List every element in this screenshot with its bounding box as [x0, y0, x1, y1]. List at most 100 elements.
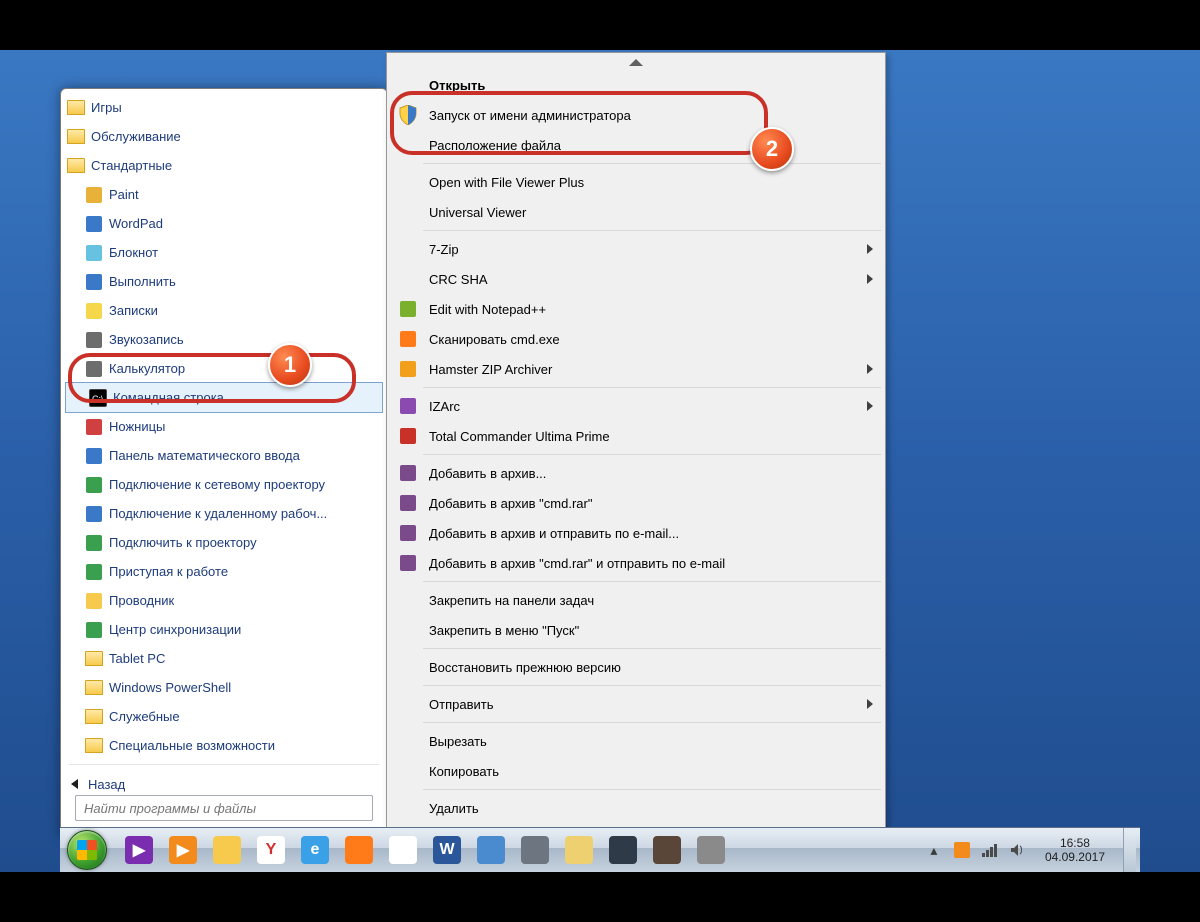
taskbar-yandex[interactable]: Y	[250, 832, 292, 868]
folder-icon	[213, 836, 241, 864]
separator	[423, 454, 881, 455]
program-proj[interactable]: Подключить к проектору	[61, 528, 387, 557]
program-explorer[interactable]: Проводник	[61, 586, 387, 615]
search-input[interactable]	[75, 795, 373, 821]
menu-label: Отправить	[423, 697, 859, 712]
program-snip[interactable]: Ножницы	[61, 412, 387, 441]
menu-item[interactable]: Закрепить на панели задач	[389, 585, 883, 615]
blank-icon	[393, 70, 423, 100]
program-label: Приступая к работе	[109, 564, 228, 579]
menu-item[interactable]: Добавить в архив и отправить по e-mail..…	[389, 518, 883, 548]
program-wordpad[interactable]: WordPad	[61, 209, 387, 238]
program-paint[interactable]: Paint	[61, 180, 387, 209]
taskbar-media-player[interactable]: ▶	[118, 832, 160, 868]
menu-item[interactable]: Восстановить прежнюю версию	[389, 652, 883, 682]
program-getstarted[interactable]: Приступая к работе	[61, 557, 387, 586]
program-label: Подключить к проектору	[109, 535, 257, 550]
npp-icon	[393, 294, 423, 324]
step-badge-2: 2	[750, 127, 794, 171]
program-sync[interactable]: Центр синхронизации	[61, 615, 387, 644]
menu-item[interactable]: Добавить в архив "cmd.rar" и отправить п…	[389, 548, 883, 578]
menu-label: Копировать	[423, 764, 859, 779]
folder-Windows PowerShell[interactable]: Windows PowerShell	[61, 673, 387, 702]
izarc-icon	[393, 391, 423, 421]
menu-item[interactable]: Total Commander Ultima Prime	[389, 421, 883, 451]
taskbar-firefox[interactable]	[338, 832, 380, 868]
menu-label: Восстановить прежнюю версию	[423, 660, 859, 675]
program-sound[interactable]: Звукозапись	[61, 325, 387, 354]
menu-item[interactable]: Удалить	[389, 793, 883, 823]
menu-label: Total Commander Ultima Prime	[423, 429, 859, 444]
clock-date: 04.09.2017	[1045, 850, 1105, 864]
program-netproj[interactable]: Подключение к сетевому проектору	[61, 470, 387, 499]
search-box[interactable]	[75, 795, 373, 821]
taskbar-app3[interactable]	[558, 832, 600, 868]
scroll-up[interactable]	[629, 59, 643, 66]
program-rdp[interactable]: Подключение к удаленному рабоч...	[61, 499, 387, 528]
folder-label: Служебные	[109, 709, 180, 724]
clock[interactable]: 16:58 04.09.2017	[1037, 836, 1113, 864]
program-label: Ножницы	[109, 419, 165, 434]
menu-label: 7-Zip	[423, 242, 859, 257]
program-sticky[interactable]: Записки	[61, 296, 387, 325]
tcup-icon	[393, 421, 423, 451]
menu-item[interactable]: Вырезать	[389, 726, 883, 756]
menu-item[interactable]: Открыть	[389, 70, 883, 100]
menu-item[interactable]: Open with File Viewer Plus	[389, 167, 883, 197]
program-run[interactable]: Выполнить	[61, 267, 387, 296]
back-label: Назад	[88, 777, 125, 792]
folder-Игры[interactable]: Игры	[61, 93, 387, 122]
blank-icon	[393, 234, 423, 264]
menu-item[interactable]: Добавить в архив...	[389, 458, 883, 488]
program-math[interactable]: Панель математического ввода	[61, 441, 387, 470]
folder-Служебные[interactable]: Служебные	[61, 702, 387, 731]
taskbar-app2[interactable]	[514, 832, 556, 868]
blank-icon	[393, 167, 423, 197]
taskbar-wmp[interactable]: ▶	[162, 832, 204, 868]
taskbar-app5[interactable]	[646, 832, 688, 868]
menu-item[interactable]: Hamster ZIP Archiver	[389, 354, 883, 384]
folder-Обслуживание[interactable]: Обслуживание	[61, 122, 387, 151]
program-notepad[interactable]: Блокнот	[61, 238, 387, 267]
blank-icon	[393, 689, 423, 719]
folder-Специальные возможности[interactable]: Специальные возможности	[61, 731, 387, 760]
taskbar-ie[interactable]: e	[294, 832, 336, 868]
taskbar-app1[interactable]	[470, 832, 512, 868]
network-icon[interactable]	[981, 841, 999, 859]
menu-item[interactable]: Edit with Notepad++	[389, 294, 883, 324]
avast-icon	[393, 324, 423, 354]
tray-up-icon[interactable]: ▴	[925, 841, 943, 859]
folder-Tablet PC[interactable]: Tablet PC	[61, 644, 387, 673]
tray-app-icon[interactable]	[953, 841, 971, 859]
program-label: Панель математического ввода	[109, 448, 300, 463]
menu-item[interactable]: Сканировать cmd.exe	[389, 324, 883, 354]
app5-icon	[653, 836, 681, 864]
taskbar-chrome[interactable]	[382, 832, 424, 868]
program-cmd[interactable]: C:\Командная строка	[65, 382, 383, 413]
firefox-icon	[345, 836, 373, 864]
menu-label: Добавить в архив и отправить по e-mail..…	[423, 526, 859, 541]
taskbar-word[interactable]: W	[426, 832, 468, 868]
menu-item[interactable]: 7-Zip	[389, 234, 883, 264]
taskbar-app6[interactable]	[690, 832, 732, 868]
menu-item[interactable]: Копировать	[389, 756, 883, 786]
menu-item[interactable]: CRC SHA	[389, 264, 883, 294]
menu-label: Закрепить на панели задач	[423, 593, 859, 608]
show-desktop[interactable]	[1123, 828, 1136, 872]
taskbar-folder[interactable]	[206, 832, 248, 868]
menu-item[interactable]: Отправить	[389, 689, 883, 719]
menu-label: Вырезать	[423, 734, 859, 749]
menu-item[interactable]: Universal Viewer	[389, 197, 883, 227]
program-calc[interactable]: Калькулятор	[61, 354, 387, 383]
start-button[interactable]	[60, 828, 114, 872]
volume-icon[interactable]	[1009, 841, 1027, 859]
taskbar-app4[interactable]	[602, 832, 644, 868]
menu-item[interactable]: Запуск от имени администратора	[389, 100, 883, 130]
menu-item[interactable]: Расположение файла	[389, 130, 883, 160]
menu-item[interactable]: Добавить в архив "cmd.rar"	[389, 488, 883, 518]
menu-label: Добавить в архив "cmd.rar" и отправить п…	[423, 556, 859, 571]
menu-item[interactable]: Закрепить в меню "Пуск"	[389, 615, 883, 645]
menu-item[interactable]: IZArc	[389, 391, 883, 421]
blank-icon	[393, 615, 423, 645]
folder-Стандартные[interactable]: Стандартные	[61, 151, 387, 180]
